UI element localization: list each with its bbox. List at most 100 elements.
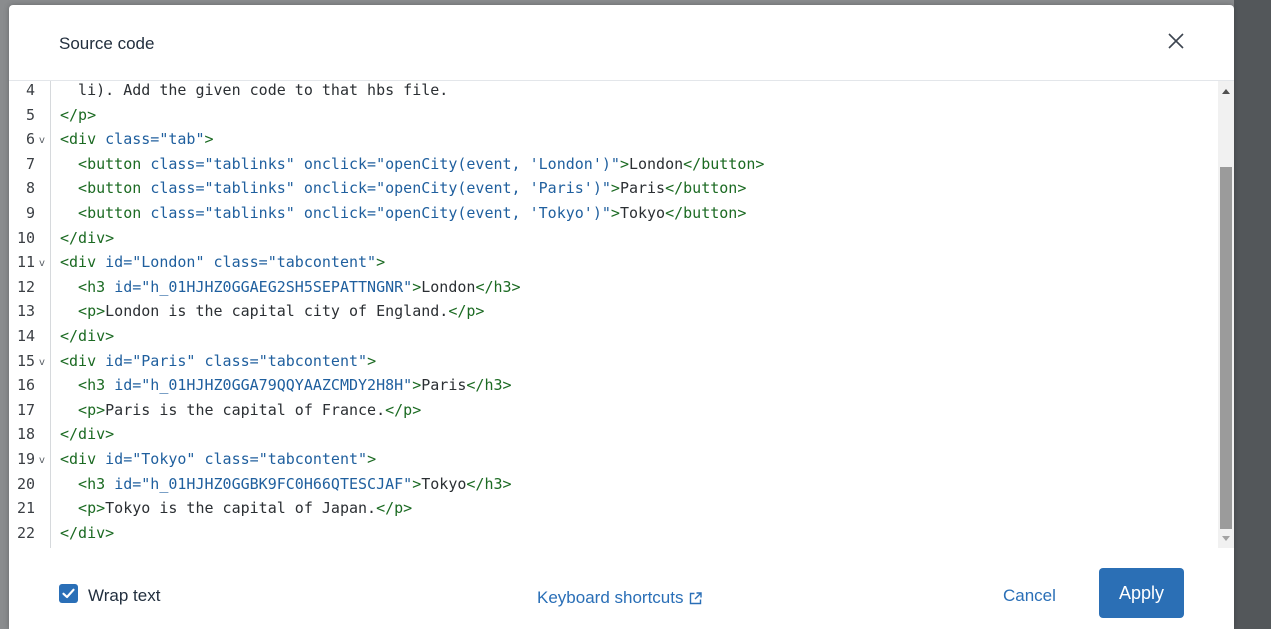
code-token: Paris: [421, 376, 467, 395]
code-line[interactable]: </div>: [60, 226, 114, 250]
code-token: <p>: [60, 499, 106, 518]
code-token: Paris: [619, 179, 666, 198]
code-token: id=: [105, 450, 133, 468]
code-token: </button>: [665, 204, 747, 222]
code-token: >: [204, 130, 214, 149]
dialog-header: Source code: [9, 5, 1234, 81]
line-number: 18: [16, 425, 35, 444]
code-token: London: [628, 154, 684, 173]
code-token: class=: [150, 204, 205, 222]
code-token: onclick=: [303, 154, 377, 173]
code-line[interactable]: <button class="tablinks" onclick="openCi…: [60, 176, 746, 200]
line-number-gutter: 4 5 6 v 7 8 9 10 11 v 12 13 14 15 v 16 17 18 19 v 20 21 22: [9, 81, 51, 548]
code-token: <button: [60, 179, 151, 198]
code-token: id=: [114, 376, 142, 395]
code-line[interactable]: </p>: [60, 103, 96, 127]
code-token: class=: [204, 351, 259, 370]
code-token: <p>: [60, 400, 106, 419]
code-token: </p>: [60, 105, 97, 124]
fold-toggle-icon[interactable]: v: [39, 135, 45, 146]
code-line[interactable]: <button class="tablinks" onclick="openCi…: [60, 201, 746, 225]
editor-scrollbar[interactable]: [1218, 81, 1234, 548]
code-token: <h3: [60, 376, 115, 395]
code-token: Tokyo: [421, 474, 467, 493]
code-token: li). Add the given code to that hbs file…: [60, 81, 449, 99]
code-line[interactable]: </div>: [60, 521, 114, 545]
code-token: >: [412, 474, 422, 493]
code-token: <button: [60, 154, 151, 173]
code-token: "tabcontent": [258, 351, 368, 370]
code-token: id=: [114, 474, 142, 493]
code-token: <div: [60, 130, 106, 149]
code-token: Tokyo: [619, 204, 666, 222]
code-token: id=: [105, 351, 133, 370]
code-token: "openCity(event, 'London')": [376, 154, 620, 173]
dialog-footer: Wrap text Keyboard shortcuts Cancel Appl…: [9, 551, 1234, 629]
keyboard-shortcuts-label: Keyboard shortcuts: [537, 588, 684, 607]
fold-toggle-icon[interactable]: v: [39, 357, 45, 368]
close-button[interactable]: [1164, 29, 1188, 53]
close-icon: [1168, 33, 1184, 49]
fold-toggle-icon[interactable]: v: [39, 258, 45, 269]
scrollbar-thumb[interactable]: [1220, 167, 1232, 529]
code-line[interactable]: <button class="tablinks" onclick="openCi…: [60, 152, 764, 176]
code-line[interactable]: <h3 id="h_01HJHZ0GGA79QQYAAZCMDY2H8H">Pa…: [60, 373, 512, 397]
code-token: "tab": [159, 130, 205, 149]
code-line[interactable]: <p>Paris is the capital of France.</p>: [60, 398, 421, 422]
keyboard-shortcuts-link[interactable]: Keyboard shortcuts: [537, 588, 703, 608]
apply-button[interactable]: Apply: [1099, 568, 1184, 618]
code-line[interactable]: li). Add the given code to that hbs file…: [60, 81, 448, 102]
line-number: 7: [25, 154, 35, 173]
code-token: </h3>: [466, 376, 512, 395]
code-line[interactable]: <h3 id="h_01HJHZ0GGAEG2SH5SEPATTNGNR">Lo…: [60, 275, 521, 299]
code-token: </p>: [385, 400, 422, 419]
code-token: <div: [60, 351, 106, 370]
code-token: class=: [150, 154, 205, 173]
checkmark-icon: [62, 588, 75, 599]
code-token: >: [610, 204, 620, 222]
code-token: "Tokyo": [132, 450, 205, 468]
code-line[interactable]: <p>London is the capital city of England…: [60, 299, 484, 323]
fold-toggle-icon[interactable]: v: [39, 455, 45, 466]
line-number: 11: [16, 253, 35, 272]
code-token: >: [619, 154, 629, 173]
code-token: id=: [114, 277, 142, 296]
code-line[interactable]: <p>Tokyo is the capital of Japan.</p>: [60, 496, 412, 520]
line-number: 21: [16, 499, 35, 518]
code-token: >: [610, 179, 620, 198]
code-token: "tabcontent": [267, 253, 377, 272]
line-number: 4: [25, 81, 35, 99]
scroll-down-icon[interactable]: [1222, 536, 1230, 541]
code-token: "h_01HJHZ0GGAEG2SH5SEPATTNGNR": [141, 277, 413, 296]
line-number: 10: [16, 228, 35, 247]
code-editor[interactable]: 4 5 6 v 7 8 9 10 11 v 12 13 14 15 v 16 17 18 19 v 20 21 22 li)…: [9, 81, 1234, 551]
line-number: 12: [16, 277, 35, 296]
code-token: </button>: [683, 154, 765, 173]
dialog-title: Source code: [59, 34, 155, 53]
code-line[interactable]: </div>: [60, 422, 114, 446]
code-line[interactable]: <div id="Paris" class="tabcontent">: [60, 349, 376, 373]
code-token: <div: [60, 253, 106, 272]
code-token: Tokyo is the capital of Japan.: [105, 499, 377, 518]
code-token: "tablinks": [204, 179, 304, 198]
code-token: >: [367, 351, 377, 370]
code-token: </div>: [60, 425, 115, 444]
code-line[interactable]: </div>: [60, 324, 114, 348]
scroll-up-icon[interactable]: [1222, 89, 1230, 94]
code-line[interactable]: <div id="London" class="tabcontent">: [60, 250, 385, 274]
wrap-text-label[interactable]: Wrap text: [88, 586, 160, 606]
line-number: 19: [16, 450, 35, 468]
code-line[interactable]: <div class="tab">: [60, 127, 214, 151]
cancel-button[interactable]: Cancel: [1003, 586, 1056, 606]
code-token: </div>: [60, 327, 115, 345]
code-token: class=: [204, 450, 259, 468]
code-line[interactable]: <h3 id="h_01HJHZ0GGBK9FC0H66QTESCJAF">To…: [60, 472, 512, 496]
code-token: >: [412, 277, 422, 296]
code-line[interactable]: <div id="Tokyo" class="tabcontent">: [60, 447, 376, 471]
code-token: London is the capital city of England.: [105, 302, 449, 321]
wrap-text-checkbox[interactable]: [59, 584, 78, 603]
code-token: </button>: [665, 179, 747, 198]
line-number: 16: [16, 376, 35, 395]
code-token: >: [376, 253, 386, 272]
code-token: <button: [60, 204, 151, 222]
